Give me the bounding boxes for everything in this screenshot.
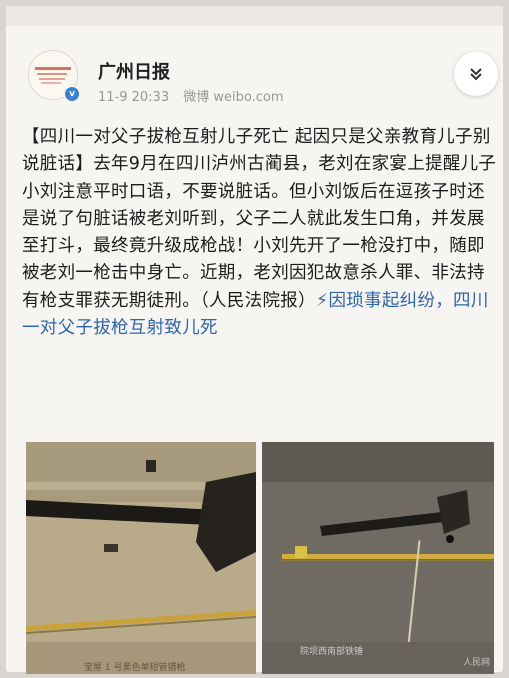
post-meta: 11-9 20:33 微博 weibo.com: [98, 86, 294, 105]
chevron-double-down-icon: [470, 68, 482, 81]
post-text: 【四川一对父子拔枪互射儿子死亡 起因只是父亲教育儿子别说脏话】去年9月在四川泸州…: [22, 127, 497, 311]
expand-button[interactable]: [454, 52, 498, 96]
photo-hammer[interactable]: 院坝西南部铁锤 人民网: [262, 442, 494, 674]
weibo-post-card: v 广州日报 11-9 20:33 微博 weibo.com 【四川一对父子拔枪…: [6, 6, 503, 674]
verified-badge-icon: v: [64, 86, 80, 102]
post-time: 11-9 20:33: [98, 90, 170, 105]
photo-watermark: 人民网: [462, 658, 490, 668]
photo-caption: 堂屋 1 号黑色单短管猎枪: [84, 663, 186, 673]
hammer-scene-image: [262, 442, 494, 674]
post-body: 【四川一对父子拔枪互射儿子死亡 起因只是父亲教育儿子别说脏话】去年9月在四川泸州…: [22, 124, 498, 342]
post-source: 微博 weibo.com: [183, 90, 284, 105]
account-name[interactable]: 广州日报: [98, 58, 170, 84]
shotgun-scene-image: [26, 442, 256, 674]
photo-shotgun[interactable]: 堂屋 1 号黑色单短管猎枪: [26, 442, 256, 674]
top-strip: [6, 6, 503, 26]
photo-caption: 院坝西南部铁锤: [300, 647, 364, 657]
newspaper-logo-icon: [35, 67, 71, 84]
link-icon[interactable]: ⚡: [316, 291, 329, 311]
